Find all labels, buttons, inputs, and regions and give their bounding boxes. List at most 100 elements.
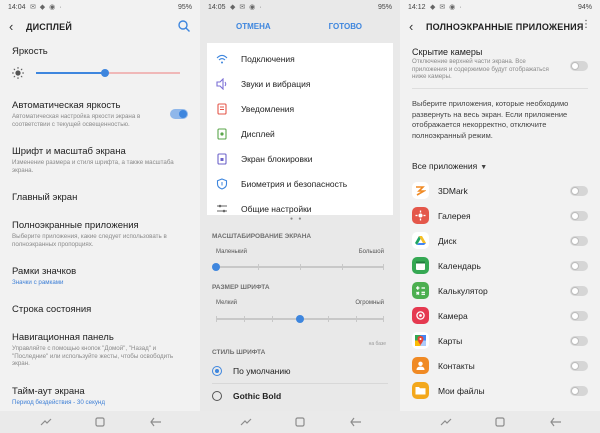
app-fullscreen-toggle[interactable] [570,386,588,396]
app-bar: ‹ ДИСПЛЕЙ [0,16,200,40]
divider [212,383,388,384]
brightness-slider[interactable] [36,69,180,77]
app-fullscreen-toggle[interactable] [570,286,588,296]
app-label: Калькулятор [438,286,488,296]
font-and-zoom-desc: Изменение размера и стиля шрифта, а такж… [12,159,174,174]
home-button-icon[interactable] [295,417,305,427]
recents-gesture-icon[interactable] [240,417,252,427]
app-row-my-files[interactable]: Мои файлы [400,379,600,404]
fullscreen-description: Выберите приложения, которые необходимо … [412,99,569,140]
zoom-slider-thumb[interactable] [212,263,220,271]
font-style-default-radio[interactable] [212,366,222,376]
app-row-maps[interactable]: Карты [400,329,600,354]
calculator-icon [412,282,429,299]
screen-timeout-value: Период бездействия - 30 секунд [12,399,105,406]
status-time: 14:04 [8,4,26,11]
app-fullscreen-toggle[interactable] [570,361,588,371]
home-screen-item[interactable]: Главный экран [12,192,188,203]
app-row-gallery[interactable]: Галерея [400,204,600,229]
menu-item-label: Подключения [241,54,295,64]
app-fullscreen-toggle[interactable] [570,186,588,196]
font-style-gothic-label[interactable]: Gothic Bold [233,391,281,401]
status-bar: 14:04 ✉ ◆ ◉ · 95% [0,0,200,16]
back-arrow-icon[interactable]: ‹ [9,20,13,34]
maps-icon [412,332,429,349]
app-fullscreen-toggle[interactable] [570,211,588,221]
app-label: 3DMark [438,186,468,196]
brightness-label: Яркость [12,46,48,57]
app-row-camera[interactable]: Камера [400,304,600,329]
status-bar: 14:05 ◆ ✉ ◉ · 95% [200,0,400,16]
back-button-icon[interactable] [550,417,562,427]
app-row-drive[interactable]: Диск [400,229,600,254]
auto-brightness-item[interactable]: Автоматическая яркость Автоматическая на… [12,100,188,128]
done-button[interactable]: ГОТОВО [329,22,362,31]
shield-icon [216,178,228,190]
zoom-slider[interactable] [212,263,384,271]
app-label: Мои файлы [438,386,485,396]
recents-gesture-icon[interactable] [40,417,52,427]
recents-gesture-icon[interactable] [440,417,452,427]
screen-timeout-item[interactable]: Тайм-аут экрана Период бездействия - 30 … [12,386,188,407]
apps-filter-dropdown[interactable]: Все приложения ▼ [412,161,487,171]
more-options-icon[interactable]: ⋮ [581,20,591,30]
app-row-calculator[interactable]: Калькулятор [400,279,600,304]
font-large-label: Огромный [355,300,384,306]
font-size-section-title: РАЗМЕР ШРИФТА [212,284,270,291]
app-row-3dmark[interactable]: 3DMark [400,179,600,204]
lock-screen-icon [217,153,227,165]
menu-item-notifications: Уведомления [207,96,393,121]
font-style-default-label[interactable]: По умолчанию [233,366,290,376]
status-bar-item[interactable]: Строка состояния [12,304,188,315]
app-row-calendar[interactable]: Календарь [400,254,600,279]
auto-brightness-title: Автоматическая яркость [12,100,121,111]
menu-item-general: Общие настройки [207,196,393,215]
search-icon[interactable] [177,19,191,33]
brightness-slider-thumb[interactable] [101,69,110,77]
back-button-icon[interactable] [150,417,162,427]
hide-camera-toggle[interactable] [570,61,588,71]
font-and-zoom-item[interactable]: Шрифт и масштаб экрана Изменение размера… [12,146,188,174]
fullscreen-apps-desc: Выберите приложения, какие следует испол… [12,233,167,248]
status-time: 14:12 [408,4,426,11]
notifications-icon [217,103,227,115]
status-indicators: ◆ ✉ ◉ · [230,4,263,11]
menu-item-connections: Подключения [207,46,393,71]
font-size-slider-thumb[interactable] [296,315,304,323]
contacts-icon [412,357,429,374]
navigation-bar [200,411,400,433]
app-fullscreen-toggle[interactable] [570,236,588,246]
app-label: Календарь [438,261,481,271]
font-and-zoom-panel: 14:05 ◆ ✉ ◉ · 95% ОТМЕНА ГОТОВО Подключе… [200,0,400,433]
dropdown-arrow-icon: ▼ [480,164,488,171]
fullscreen-apps-panel: 14:12 ◆ ✉ ◉ · 94% ‹ ПОЛНОЭКРАННЫЕ ПРИЛОЖ… [400,0,600,433]
font-and-zoom-title: Шрифт и масштаб экрана [12,146,126,157]
font-style-gothic-radio[interactable] [212,391,222,401]
divider [412,88,588,89]
app-fullscreen-toggle[interactable] [570,311,588,321]
auto-brightness-toggle[interactable] [170,109,188,119]
app-bar: ‹ ПОЛНОЭКРАННЫЕ ПРИЛОЖЕНИЯ ⋮ [400,16,600,40]
camera-icon [412,307,429,324]
page-title: ПОЛНОЭКРАННЫЕ ПРИЛОЖЕНИЯ [426,22,584,32]
cancel-button[interactable]: ОТМЕНА [236,22,271,31]
back-button-icon[interactable] [350,417,362,427]
menu-item-lock-screen: Экран блокировки [207,146,393,171]
app-label: Галерея [438,211,471,221]
home-button-icon[interactable] [495,417,505,427]
font-size-slider[interactable] [216,315,384,323]
gallery-icon [412,207,429,224]
app-fullscreen-toggle[interactable] [570,261,588,271]
font-download-hint: на базе [368,341,386,347]
status-battery: 95% [377,4,392,11]
navigation-bar-item[interactable]: Навигационная панель Управляйте с помощь… [12,332,188,368]
hide-camera-title[interactable]: Скрытие камеры [412,47,482,57]
icon-frames-item[interactable]: Рамки значков Значки с рамками [12,266,188,287]
auto-brightness-desc: Автоматическая настройка яркости экрана … [12,113,141,128]
back-arrow-icon[interactable]: ‹ [409,20,413,34]
app-row-contacts[interactable]: Контакты [400,354,600,379]
app-fullscreen-toggle[interactable] [570,336,588,346]
home-button-icon[interactable] [95,417,105,427]
settings-preview-card: Подключения Звуки и вибрация Уведомления… [207,43,393,215]
fullscreen-apps-item[interactable]: Полноэкранные приложения Выберите прилож… [12,220,188,248]
